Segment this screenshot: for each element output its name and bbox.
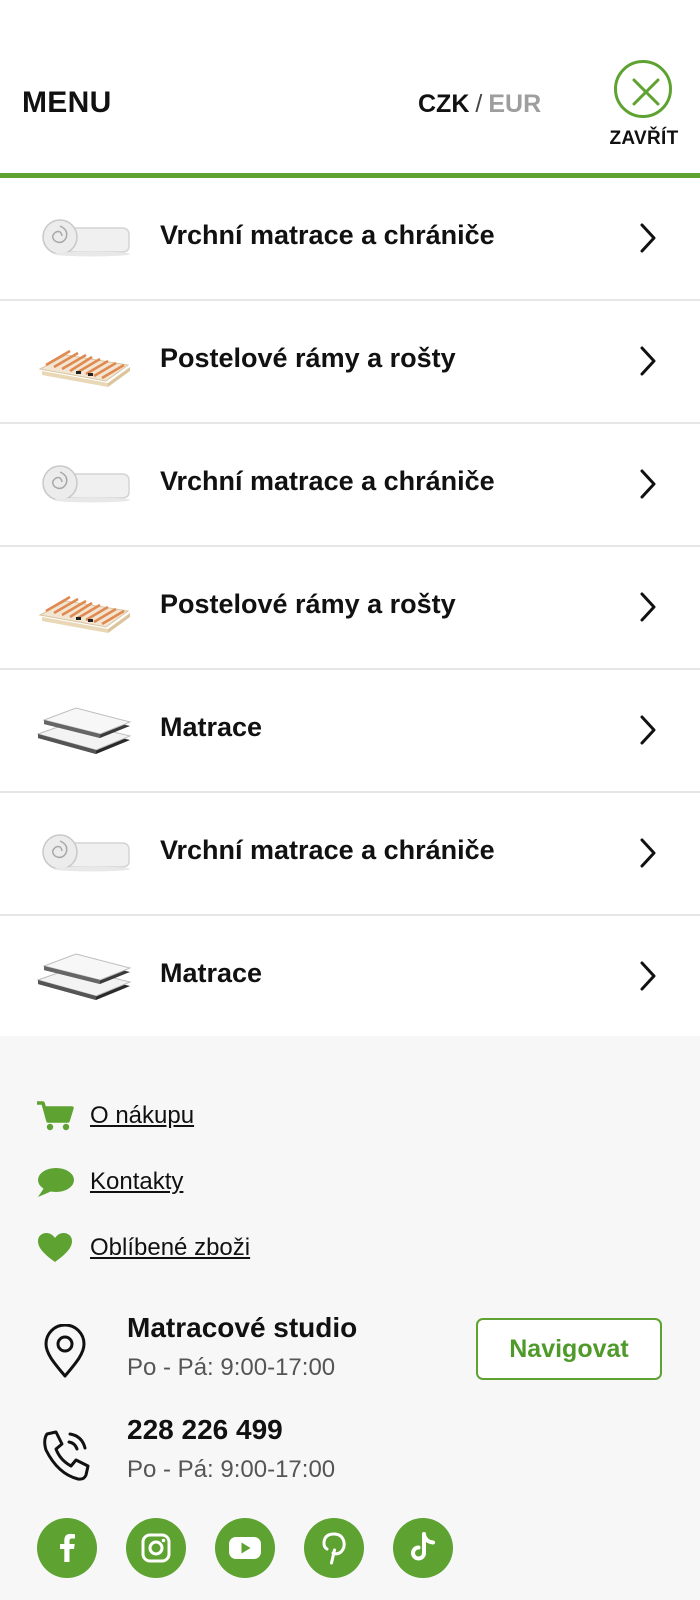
phone-icon [40, 1428, 92, 1487]
instagram-icon[interactable] [126, 1518, 186, 1578]
category-item[interactable]: Vrchní matrace a chrániče [0, 424, 700, 547]
heart-icon [36, 1232, 74, 1264]
menu-footer: O nákupu Kontakty Oblíbené zboži Matraco… [0, 1036, 700, 1600]
mattress-topper-roll-image [36, 452, 132, 518]
currency-eur[interactable]: EUR [488, 90, 541, 118]
close-menu-button[interactable]: ZAVŘÍT [602, 58, 682, 158]
menu-header: MENU CZK / EUR ZAVŘÍT [0, 0, 700, 178]
category-label: Vrchní matrace a chrániče [160, 466, 495, 496]
link-label: Oblíbené zboži [90, 1234, 251, 1261]
close-icon [614, 60, 672, 118]
category-item[interactable]: Matrace [0, 670, 700, 793]
navigate-button[interactable]: Navigovat [476, 1318, 662, 1380]
slatted-bed-frame-image [36, 575, 132, 641]
studio-hours: Po - Pá: 9:00-17:00 [127, 1354, 336, 1381]
tiktok-icon[interactable] [393, 1518, 453, 1578]
category-item[interactable]: Matrace [0, 916, 700, 1039]
studio-title: Matracové studio [127, 1312, 358, 1343]
category-list: Vrchní matrace a chrániče Postelové rámy… [0, 178, 700, 1039]
category-label: Postelové rámy a rošty [160, 343, 456, 373]
phone-number[interactable]: 228 226 499 [127, 1414, 283, 1446]
currency-switcher: CZK / EUR [418, 90, 541, 119]
chevron-right-icon [638, 837, 658, 874]
category-label: Matrace [160, 958, 263, 988]
slatted-bed-frame-image [36, 329, 132, 395]
chevron-right-icon [638, 468, 658, 505]
category-label: Vrchní matrace a chrániče [160, 835, 495, 865]
chat-bubble-icon [36, 1166, 74, 1198]
mattresses-image [36, 944, 132, 1010]
chevron-right-icon [638, 591, 658, 628]
location-pin-icon [40, 1323, 90, 1385]
category-item[interactable]: Vrchní matrace a chrániče [0, 793, 700, 916]
category-item[interactable]: Postelové rámy a rošty [0, 301, 700, 424]
youtube-icon[interactable] [215, 1518, 275, 1578]
chevron-right-icon [638, 960, 658, 997]
currency-czk[interactable]: CZK [418, 90, 469, 118]
close-label: ZAVŘÍT [609, 128, 679, 149]
cart-icon [36, 1100, 74, 1132]
mattress-topper-roll-image [36, 206, 132, 272]
pinterest-icon[interactable] [304, 1518, 364, 1578]
category-label: Postelové rámy a rošty [160, 589, 456, 619]
link-label: Kontakty [90, 1168, 184, 1195]
mattress-topper-roll-image [36, 821, 132, 887]
category-item[interactable]: Postelové rámy a rošty [0, 547, 700, 670]
category-label: Matrace [160, 712, 263, 742]
social-links [37, 1518, 497, 1578]
category-item[interactable]: Vrchní matrace a chrániče [0, 178, 700, 301]
menu-title: MENU [22, 86, 112, 119]
chevron-right-icon [638, 345, 658, 382]
facebook-icon[interactable] [37, 1518, 97, 1578]
phone-hours: Po - Pá: 9:00-17:00 [127, 1456, 336, 1483]
currency-separator: / [475, 90, 483, 118]
link-label: O nákupu [90, 1102, 195, 1129]
chevron-right-icon [638, 222, 658, 259]
mattresses-image [36, 698, 132, 764]
category-label: Vrchní matrace a chrániče [160, 220, 495, 250]
chevron-right-icon [638, 714, 658, 751]
